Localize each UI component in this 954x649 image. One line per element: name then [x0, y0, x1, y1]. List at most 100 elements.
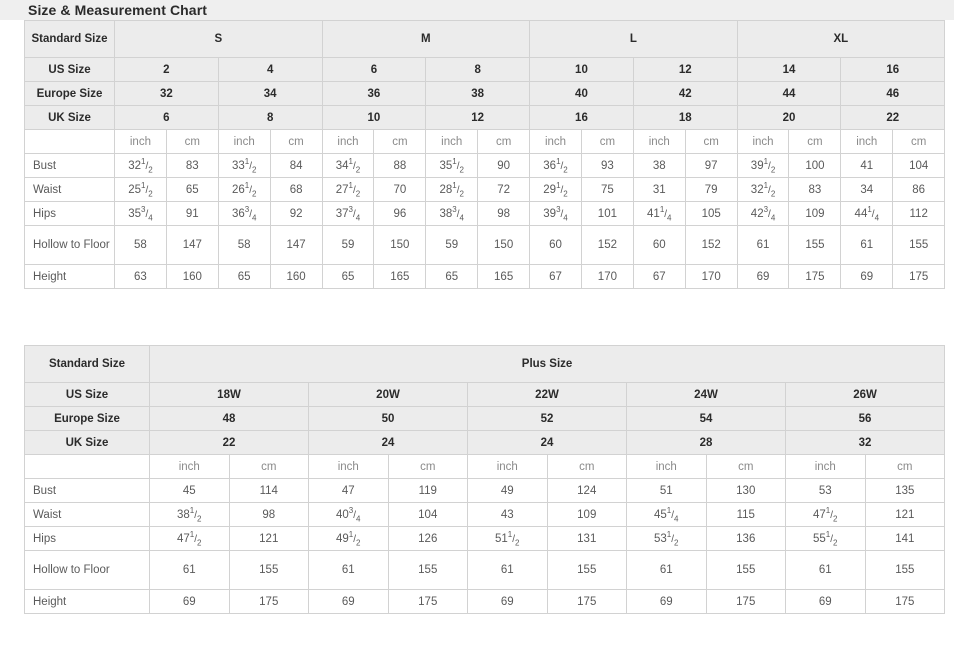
size-group-l: L: [529, 20, 738, 58]
size-value: 20: [736, 105, 842, 130]
measurement-label: Bust: [24, 478, 150, 503]
measurement-value: 41: [840, 153, 894, 178]
unit-row: inch cm inch cm inch cm inch cm inch cm: [24, 454, 946, 479]
size-value: 6: [321, 57, 427, 82]
unit-row-blank: [24, 129, 115, 154]
corner-label: Standard Size: [24, 20, 115, 58]
size-value: 14: [736, 57, 842, 82]
size-value: 22W: [467, 382, 627, 407]
size-value: 42: [632, 81, 738, 106]
measurement-row: Bust 321/2 83 331/2 84 341/2 88 351/2 90 361/2 93 3…: [24, 153, 946, 178]
measurement-value: 61: [308, 550, 389, 590]
measurement-value: 135: [864, 478, 946, 503]
row-label: US Size: [24, 382, 150, 407]
measurement-value: 59: [321, 225, 375, 265]
measurement-value: 351/2: [425, 153, 479, 178]
measurement-value: 373/4: [321, 201, 375, 226]
measurement-value: 155: [788, 225, 842, 265]
size-value: 18: [632, 105, 738, 130]
measurement-value: 155: [892, 225, 946, 265]
measurement-value: 69: [785, 589, 866, 614]
measurement-value: 175: [705, 589, 786, 614]
measurement-value: 51: [626, 478, 707, 503]
measurement-value: 98: [477, 201, 531, 226]
measurement-value: 65: [321, 264, 375, 289]
size-value: 2: [114, 57, 219, 82]
corner-label: Standard Size: [24, 345, 150, 383]
size-value: 34: [217, 81, 323, 106]
measurement-value: 147: [269, 225, 323, 265]
measurement-value: 131: [546, 526, 627, 551]
size-value: 32: [114, 81, 219, 106]
measurement-value: 471/2: [785, 502, 866, 527]
measurement-value: 175: [387, 589, 468, 614]
measurement-row: Hollow to Floor 58 147 58 147 59 150 59 150 60 152…: [24, 225, 946, 265]
measurement-value: 47: [308, 478, 389, 503]
measurement-value: 150: [477, 225, 531, 265]
row-label: UK Size: [24, 105, 115, 130]
size-value: 28: [626, 430, 786, 455]
measurement-value: 393/4: [529, 201, 582, 226]
measurement-value: 45: [149, 478, 230, 503]
measurement-value: 321/2: [736, 177, 790, 202]
measurement-label: Hollow to Floor: [24, 550, 150, 590]
unit-label-inch: inch: [308, 454, 389, 479]
size-value: 22: [840, 105, 946, 130]
measurement-value: 69: [840, 264, 894, 289]
measurement-value: 160: [269, 264, 323, 289]
size-value: 44: [736, 81, 842, 106]
measurement-value: 49: [467, 478, 548, 503]
unit-label-inch: inch: [840, 129, 894, 154]
unit-label-cm: cm: [165, 129, 219, 154]
size-value: 56: [784, 406, 946, 431]
unit-label-cm: cm: [269, 129, 323, 154]
measurement-label: Bust: [24, 153, 115, 178]
unit-row: inch cm inch cm inch cm inch cm inch cm inch cm inch…: [24, 129, 946, 154]
measurement-value: 121: [864, 502, 946, 527]
size-value: 32: [784, 430, 946, 455]
unit-label-inch: inch: [736, 129, 790, 154]
measurement-value: 69: [467, 589, 548, 614]
size-value: 36: [321, 81, 427, 106]
measurement-value: 170: [580, 264, 634, 289]
measurement-value: 451/4: [626, 502, 707, 527]
size-value: 12: [632, 57, 738, 82]
measurement-value: 101: [580, 201, 634, 226]
measurement-label: Waist: [24, 502, 150, 527]
unit-label-inch: inch: [626, 454, 707, 479]
size-value: 10: [321, 105, 427, 130]
measurement-row: Height 69 175 69 175 69 175 69 175 69 175: [24, 589, 946, 614]
unit-label-inch: inch: [321, 129, 375, 154]
measurement-label: Hips: [24, 201, 115, 226]
size-value: 50: [308, 406, 468, 431]
unit-label-inch: inch: [149, 454, 230, 479]
measurement-value: 141: [864, 526, 946, 551]
measurement-value: 86: [892, 177, 946, 202]
measurement-value: 491/2: [308, 526, 389, 551]
measurement-value: 83: [788, 177, 842, 202]
size-row: Europe Size 48 50 52 54 56: [24, 406, 946, 431]
measurement-value: 112: [892, 201, 946, 226]
size-row: US Size 18W 20W 22W 24W 26W: [24, 382, 946, 407]
measurement-value: 60: [529, 225, 582, 265]
size-value: 12: [425, 105, 531, 130]
measurement-value: 69: [736, 264, 790, 289]
measurement-value: 531/2: [626, 526, 707, 551]
unit-label-cm: cm: [705, 454, 786, 479]
measurement-value: 59: [425, 225, 479, 265]
unit-label-cm: cm: [788, 129, 842, 154]
measurement-label: Height: [24, 589, 150, 614]
measurement-value: 175: [788, 264, 842, 289]
measurement-value: 147: [165, 225, 219, 265]
measurement-value: 261/2: [217, 177, 271, 202]
measurement-label: Waist: [24, 177, 115, 202]
unit-label-inch: inch: [467, 454, 548, 479]
size-value: 54: [626, 406, 786, 431]
measurement-value: 281/2: [425, 177, 479, 202]
measurement-value: 150: [373, 225, 427, 265]
measurement-value: 130: [705, 478, 786, 503]
measurement-value: 70: [373, 177, 427, 202]
measurement-value: 361/2: [529, 153, 582, 178]
measurement-value: 68: [269, 177, 323, 202]
measurement-value: 423/4: [736, 201, 790, 226]
